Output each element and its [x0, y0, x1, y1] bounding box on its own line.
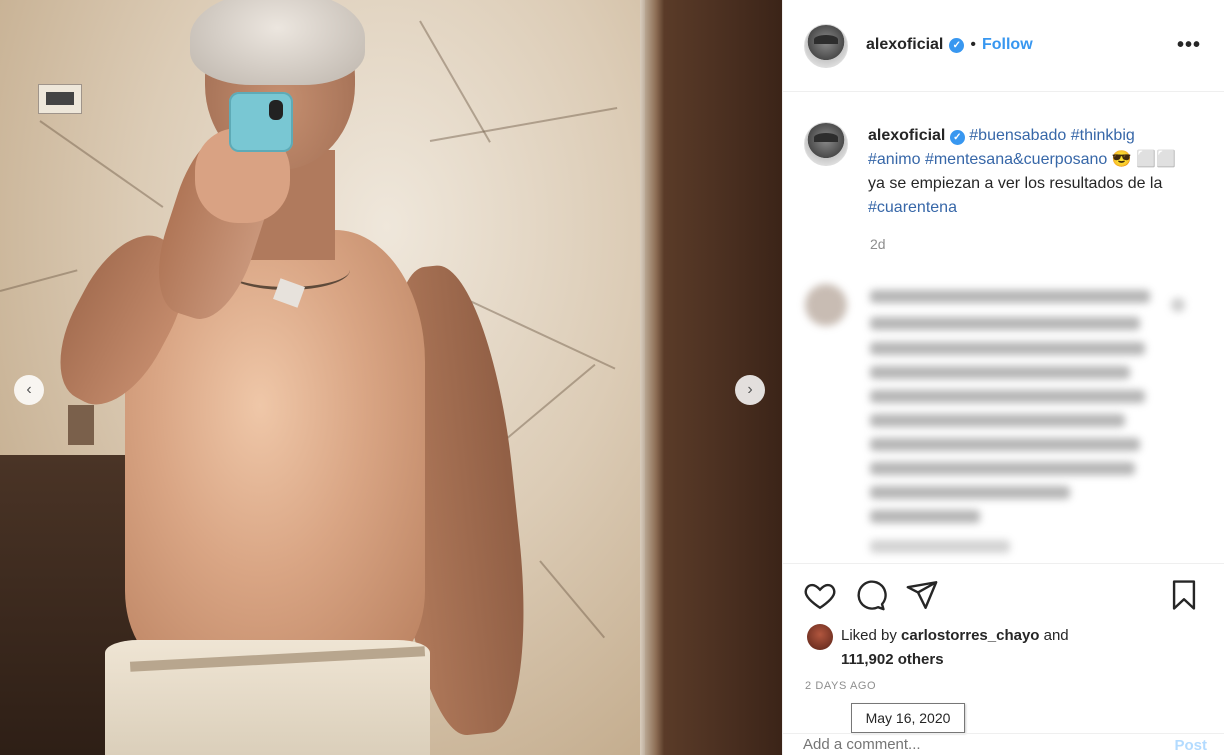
blurred-text-line — [870, 510, 980, 523]
liker-avatar[interactable] — [807, 624, 833, 650]
follow-button[interactable]: Follow — [982, 36, 1033, 54]
comment-icon[interactable] — [853, 578, 887, 612]
post-actions-bar — [783, 563, 1224, 625]
author-avatar[interactable] — [804, 24, 848, 68]
blurred-text-line — [870, 366, 1130, 379]
blurred-text-line — [870, 462, 1135, 475]
liker-username[interactable]: carlostorres_chayo — [901, 627, 1039, 644]
hashtag-link[interactable]: #mentesana&cuerposano — [925, 151, 1107, 168]
caption-text-segment: 😎 — [1107, 151, 1137, 168]
hashtag-link[interactable]: #buensabado — [969, 127, 1066, 144]
blurred-text-line — [870, 540, 1010, 553]
author-username[interactable]: alexoficial — [866, 36, 943, 54]
date-tooltip: May 16, 2020 — [851, 703, 965, 733]
caption-username[interactable]: alexoficial — [868, 127, 945, 144]
share-icon[interactable] — [905, 578, 939, 612]
blurred-text-line — [870, 390, 1145, 403]
more-options-icon[interactable]: ••• — [1177, 34, 1201, 57]
comment-avatar — [805, 284, 847, 326]
verified-badge-icon: ✓ — [949, 130, 965, 145]
hashtag-link[interactable]: #animo — [868, 151, 920, 168]
blurred-comment — [803, 278, 1203, 560]
blurred-text-line — [870, 414, 1125, 427]
header-user-line: alexoficial ✓ • Follow — [866, 36, 1033, 54]
post-caption: alexoficial ✓ #buensabado #thinkbig #ani… — [868, 124, 1188, 220]
blurred-text-line — [870, 290, 1150, 303]
likes-prefix: Liked by — [841, 627, 902, 644]
heart-icon[interactable] — [803, 578, 837, 612]
smartphone — [229, 92, 293, 152]
blurred-text-line — [870, 438, 1140, 451]
chevron-right-icon: › — [747, 381, 753, 398]
instagram-post-view: ‹ › alexoficial ✓ • Follow ••• alexofici… — [0, 0, 1224, 755]
post-header: alexoficial ✓ • Follow ••• — [783, 0, 1224, 92]
previous-photo-button[interactable]: ‹ — [14, 375, 44, 405]
likes-and: and — [1039, 627, 1069, 644]
add-comment-bar: Post — [783, 733, 1224, 755]
separator-dot: • — [970, 36, 976, 53]
bookmark-icon[interactable] — [1167, 578, 1201, 612]
wooden-door — [645, 0, 782, 755]
caption-avatar[interactable] — [804, 122, 848, 166]
wall-thermostat — [38, 84, 82, 114]
person-hair — [190, 0, 365, 85]
post-photo[interactable]: ‹ › — [0, 0, 782, 755]
comment-input[interactable] — [803, 736, 1103, 753]
caption-timestamp[interactable]: 2d — [870, 236, 886, 252]
post-side-panel: alexoficial ✓ • Follow ••• alexoficial ✓… — [782, 0, 1224, 755]
likes-text: Liked by carlostorres_chayo and 111,902 … — [841, 624, 1201, 672]
verified-badge-icon: ✓ — [949, 37, 965, 53]
chevron-left-icon: ‹ — [26, 381, 32, 398]
hashtag-link[interactable]: #thinkbig — [1071, 127, 1135, 144]
likes-count[interactable]: 111,902 others — [841, 651, 944, 668]
post-relative-time[interactable]: 2 DAYS AGO — [805, 680, 876, 692]
comment-like-icon — [1171, 298, 1185, 312]
blurred-text-line — [870, 317, 1140, 330]
blurred-text-line — [870, 486, 1070, 499]
blurred-text-line — [870, 342, 1145, 355]
next-photo-button[interactable]: › — [735, 375, 765, 405]
wall-fixture — [68, 405, 94, 445]
post-comment-button[interactable]: Post — [1174, 737, 1207, 754]
hashtag-link[interactable]: #cuarentena — [868, 199, 957, 216]
